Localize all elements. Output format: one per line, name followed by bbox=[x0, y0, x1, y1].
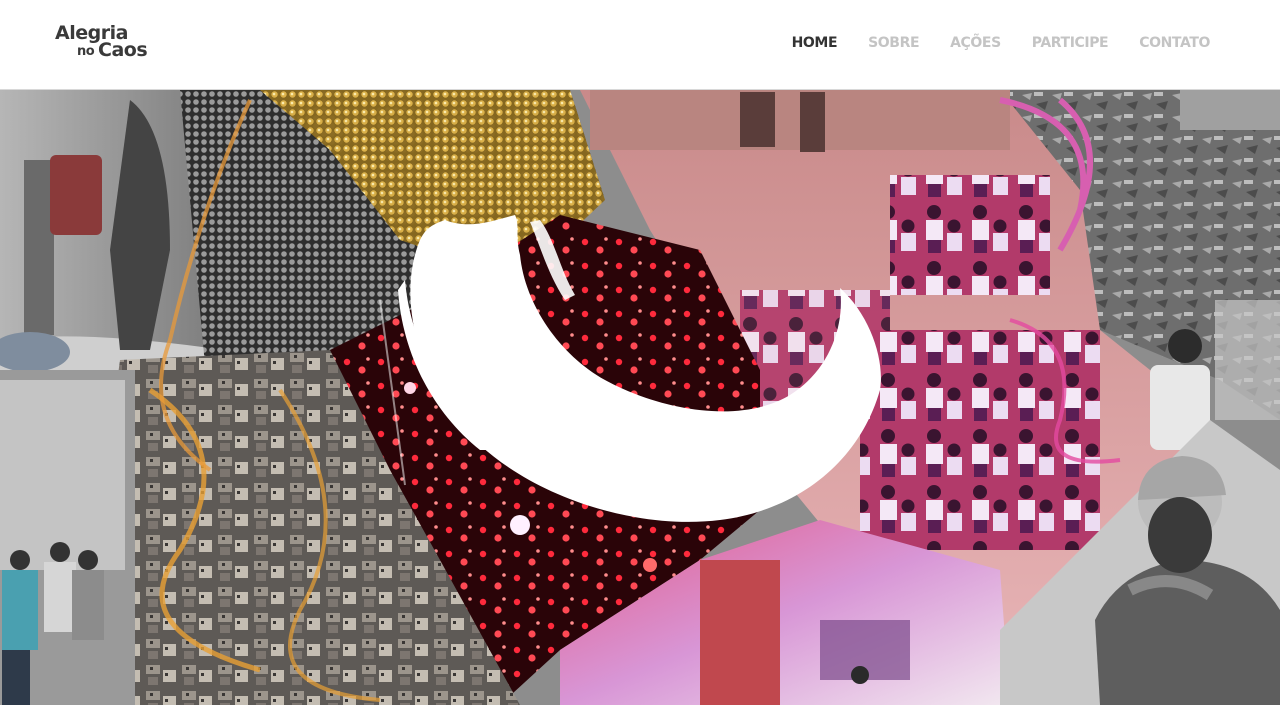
collage-artwork bbox=[0, 90, 1280, 705]
logo-text-no: no bbox=[77, 44, 95, 59]
nav-item-contato[interactable]: CONTATO bbox=[1139, 35, 1210, 51]
nav-item-sobre[interactable]: SOBRE bbox=[868, 35, 919, 51]
site-header: Alegria no Caos HOME SOBRE AÇÕES PARTICI… bbox=[0, 0, 1280, 90]
hero-collage bbox=[0, 90, 1280, 705]
street-people-photo bbox=[0, 370, 135, 705]
nav-item-home[interactable]: HOME bbox=[792, 35, 838, 51]
site-logo[interactable]: Alegria no Caos bbox=[55, 22, 165, 64]
main-nav: HOME SOBRE AÇÕES PARTICIPE CONTATO bbox=[792, 35, 1211, 51]
nav-item-participe[interactable]: PARTICIPE bbox=[1032, 35, 1109, 51]
nav-item-acoes[interactable]: AÇÕES bbox=[950, 35, 1001, 51]
logo-text-caos: Caos bbox=[98, 39, 148, 61]
